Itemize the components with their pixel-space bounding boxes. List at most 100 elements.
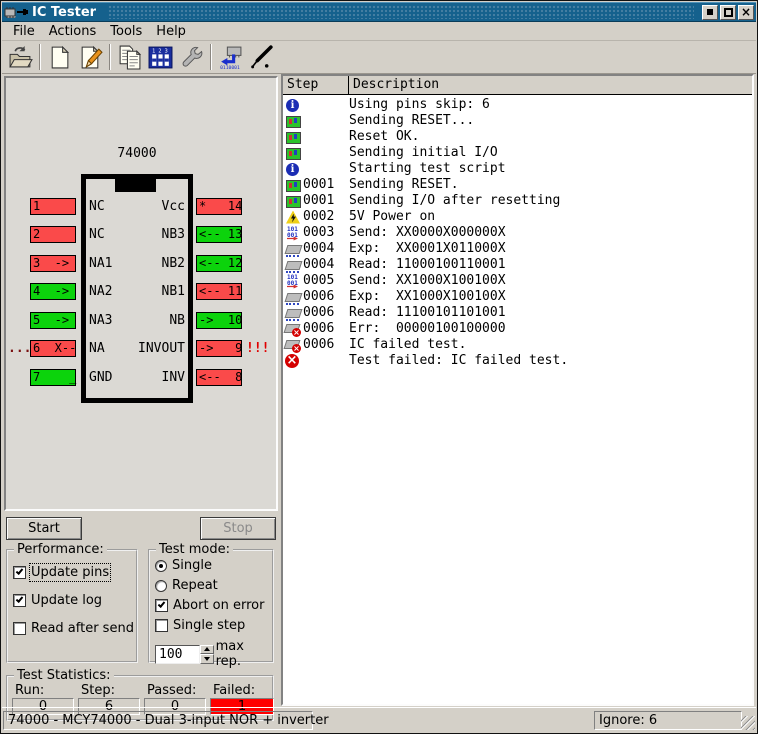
pin-box-9[interactable]: -> 9 xyxy=(196,340,242,357)
log-row[interactable]: 00025V Power on xyxy=(283,209,752,225)
status-bar: 74000 - MCY74000 - Dual 3-input NOR + in… xyxy=(2,707,756,732)
log-row[interactable]: 0004Exp: XX0001X011000X xyxy=(283,241,752,257)
log-row[interactable]: 0006IC failed test. xyxy=(283,337,752,353)
log-description: Err: 00000100100000 xyxy=(349,321,752,337)
open-folder-icon[interactable] xyxy=(5,42,36,72)
abort-on-error-checkbox[interactable]: Abort on error xyxy=(155,598,272,613)
log-header: Step Description xyxy=(283,76,752,95)
pin-box-2[interactable]: 2 xyxy=(30,226,76,243)
menu-actions[interactable]: Actions xyxy=(42,23,104,40)
log-row[interactable]: 0001Sending I/O after resetting xyxy=(283,193,752,209)
test-mode-title: Test mode: xyxy=(156,542,233,557)
edit-file-icon[interactable] xyxy=(75,42,106,72)
copy-icon[interactable] xyxy=(114,42,145,72)
radio-circle[interactable] xyxy=(155,580,167,592)
spin-down-button[interactable] xyxy=(200,654,214,664)
options-frames: Performance: Update pins Update log Read… xyxy=(4,549,278,663)
pin-box-12[interactable]: <-- 12 xyxy=(196,255,242,272)
step-column-header[interactable]: Step xyxy=(283,76,349,94)
max-rep-input[interactable]: 100 xyxy=(155,645,200,664)
pin-box-4[interactable]: 4 -> xyxy=(30,283,76,300)
minimize-button[interactable] xyxy=(702,5,718,20)
chip-ok-icon xyxy=(285,178,301,193)
log-row[interactable]: Test failed: IC failed test. xyxy=(283,353,752,369)
ic-diagram-panel: 74000 ... 1 2 3 -> 4 -> 5 -> 6 X-- 7 _ N… xyxy=(4,76,278,511)
log-row[interactable]: Reset OK. xyxy=(283,129,752,145)
pin-label-inv: INV xyxy=(106,369,185,386)
checkbox-box[interactable] xyxy=(155,619,168,632)
wrench-icon[interactable] xyxy=(176,42,207,72)
test-mode-group: Test mode: Single Repeat Abort on error xyxy=(148,549,274,663)
log-row[interactable]: 0005Send: XX1000X100100X xyxy=(283,273,752,289)
repeat-radio[interactable]: Repeat xyxy=(155,578,272,593)
maximize-button[interactable] xyxy=(720,5,736,20)
title-bar[interactable]: IC Tester × xyxy=(2,2,756,22)
start-button[interactable]: Start xyxy=(6,517,82,540)
single-radio[interactable]: Single xyxy=(155,558,272,573)
pin-box-1[interactable]: 1 xyxy=(30,198,76,215)
checkbox-box[interactable] xyxy=(13,622,26,635)
pin-box-14[interactable]: * 14 xyxy=(196,198,242,215)
pin-label-na: NA xyxy=(89,340,105,357)
checkbox-box[interactable] xyxy=(13,594,26,607)
info-icon xyxy=(285,98,301,113)
menu-help[interactable]: Help xyxy=(149,23,193,40)
new-file-icon[interactable] xyxy=(44,42,75,72)
read-after-send-checkbox[interactable]: Read after send xyxy=(13,621,136,636)
radio-circle[interactable] xyxy=(155,560,167,572)
dip-switch-icon[interactable]: 1 2 3 xyxy=(145,42,176,72)
fail-icon xyxy=(285,354,301,369)
radio-dot-icon xyxy=(159,564,163,568)
pin-box-7[interactable]: 7 _ xyxy=(30,369,76,386)
chip-ok-icon xyxy=(285,130,301,145)
log-row[interactable]: 0006Read: 11100101101001 xyxy=(283,305,752,321)
single-step-checkbox[interactable]: Single step xyxy=(155,618,272,633)
log-description: Exp: XX0001X011000X xyxy=(349,241,752,257)
update-log-checkbox[interactable]: Update log xyxy=(13,593,136,608)
update-pins-checkbox[interactable]: Update pins xyxy=(13,565,136,580)
pin-box-10[interactable]: -> 10 xyxy=(196,312,242,329)
pin-box-6[interactable]: 6 X-- xyxy=(30,340,76,357)
update-log-label: Update log xyxy=(31,593,102,608)
pin-note-left: ... xyxy=(8,340,28,357)
minimize-icon xyxy=(707,9,713,15)
log-step: 0001 xyxy=(303,193,349,209)
checkbox-box[interactable] xyxy=(13,566,26,579)
log-row[interactable]: 0003Send: XX0000X000000X xyxy=(283,225,752,241)
test-ic-icon[interactable]: 0110001 xyxy=(215,42,246,72)
stop-button[interactable]: Stop xyxy=(200,517,276,540)
log-row[interactable]: Starting test script xyxy=(283,161,752,177)
pin-box-5[interactable]: 5 -> xyxy=(30,312,76,329)
chip-read-icon xyxy=(285,242,301,257)
log-row[interactable]: Using pins skip: 6 xyxy=(283,97,752,113)
check-mark-icon xyxy=(16,595,24,603)
log-row[interactable]: 0001Sending RESET. xyxy=(283,177,752,193)
pin-box-11[interactable]: <-- 11 xyxy=(196,283,242,300)
chip-err-icon xyxy=(285,322,301,337)
probe-icon[interactable] xyxy=(246,42,277,72)
pin-box-13[interactable]: <-- 13 xyxy=(196,226,242,243)
log-row[interactable]: 0006Exp: XX1000X100100X xyxy=(283,289,752,305)
log-step: 0004 xyxy=(303,257,349,273)
log-description: Send: XX1000X100100X xyxy=(349,273,752,289)
log-row[interactable]: 0004Read: 11000100110001 xyxy=(283,257,752,273)
checkbox-box[interactable] xyxy=(155,599,168,612)
menu-file[interactable]: File xyxy=(6,23,42,40)
log-row[interactable]: Sending RESET... xyxy=(283,113,752,129)
close-button[interactable]: × xyxy=(738,5,754,20)
pin-box-8[interactable]: <-- 8 xyxy=(196,369,242,386)
menu-tools[interactable]: Tools xyxy=(103,23,149,40)
pin-box-3[interactable]: 3 -> xyxy=(30,255,76,272)
maximize-icon xyxy=(724,8,733,17)
check-mark-icon xyxy=(158,600,166,608)
log-row[interactable]: 0006Err: 00000100100000 xyxy=(283,321,752,337)
log-row[interactable]: Sending initial I/O xyxy=(283,145,752,161)
description-column-header[interactable]: Description xyxy=(349,76,752,94)
warning-icon xyxy=(285,210,301,225)
chip-read-icon xyxy=(285,258,301,273)
log-step: 0003 xyxy=(303,225,349,241)
spin-up-button[interactable] xyxy=(200,645,214,655)
run-label: Run: xyxy=(12,683,74,698)
resize-grip[interactable] xyxy=(741,716,755,730)
passed-label: Passed: xyxy=(144,683,206,698)
